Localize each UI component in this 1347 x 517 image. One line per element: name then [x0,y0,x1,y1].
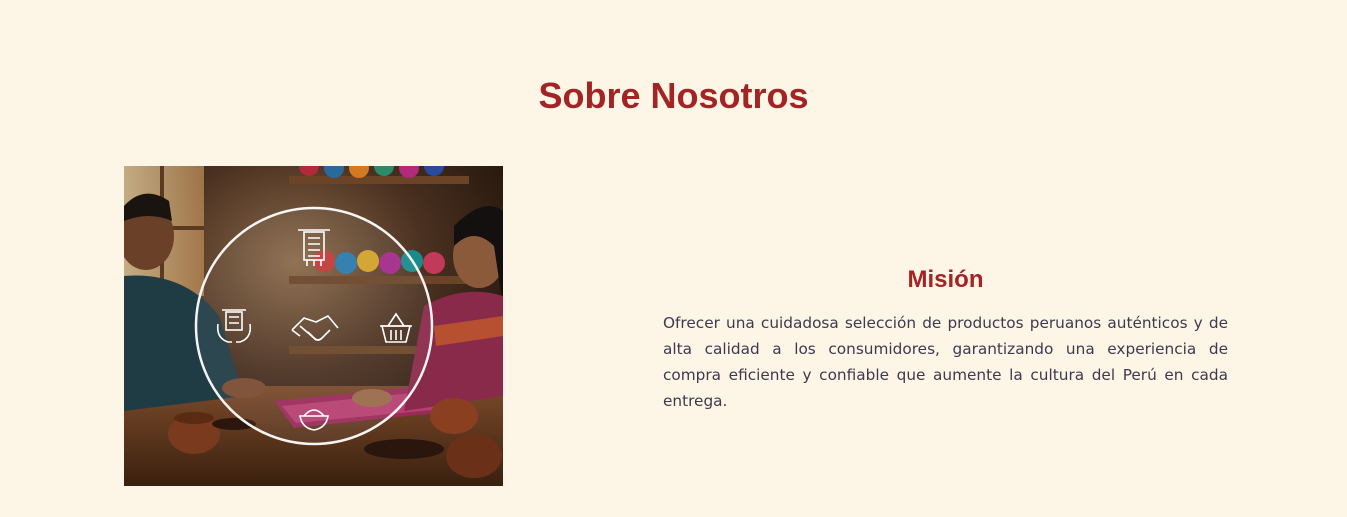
section-title: Sobre Nosotros [538,75,809,116]
mission-title: Misión [907,266,984,293]
mission-text: Ofrecer una cuidadosa selección de produ… [663,314,1228,410]
about-image [124,166,503,486]
mission-block: Misión Ofrecer una cuidadosa selección d… [663,262,1228,414]
